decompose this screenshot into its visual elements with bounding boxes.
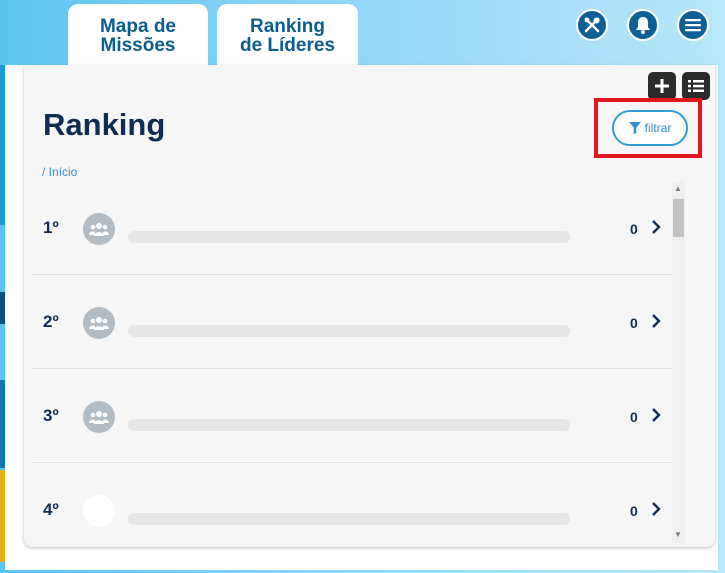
add-button[interactable] — [648, 72, 676, 100]
ranking-list: 1º 0 2º 0 3º 0 4º 0 — [32, 181, 672, 543]
avatar — [83, 213, 115, 245]
score: 0 — [630, 503, 638, 519]
filter-label: filtrar — [644, 121, 672, 135]
avatar — [83, 401, 115, 433]
tab-mapa-de-missoes[interactable]: Mapa de Missões — [68, 4, 208, 66]
scrollbar[interactable]: ▲ ▼ — [672, 181, 685, 543]
breadcrumb[interactable]: / Início — [42, 165, 77, 179]
rank-position: 3º — [43, 406, 59, 425]
group-icon — [89, 411, 109, 424]
group-icon — [89, 223, 109, 236]
chevron-right-icon[interactable] — [651, 408, 661, 422]
score: 0 — [630, 315, 638, 331]
plus-icon — [655, 79, 669, 93]
menu-icon — [685, 19, 701, 32]
ranking-row[interactable]: 3º 0 — [32, 369, 672, 463]
main-panel: Ranking / Início filtrar 1º 0 2º 0 3º 0 … — [5, 65, 718, 570]
scroll-down-arrow[interactable]: ▼ — [674, 531, 682, 539]
progress-bar — [128, 325, 570, 337]
page-title: Ranking — [43, 107, 166, 142]
progress-bar — [128, 513, 570, 525]
ranking-row[interactable]: 1º 0 — [32, 181, 672, 275]
group-icon — [89, 317, 109, 330]
filter-button[interactable]: filtrar — [612, 110, 688, 146]
avatar — [83, 495, 115, 527]
tools-icon — [584, 17, 600, 33]
chevron-right-icon[interactable] — [651, 220, 661, 234]
progress-bar — [128, 419, 570, 431]
ranking-card: Ranking / Início filtrar 1º 0 2º 0 3º 0 … — [24, 65, 715, 547]
filter-icon — [628, 122, 641, 134]
score: 0 — [630, 221, 638, 237]
ranking-row[interactable]: 2º 0 — [32, 275, 672, 369]
tab-label: Ranking de Líderes — [239, 16, 336, 56]
chevron-right-icon[interactable] — [651, 314, 661, 328]
bell-icon — [636, 17, 650, 34]
tab-ranking-de-lideres[interactable]: Ranking de Líderes — [217, 4, 358, 66]
avatar — [83, 307, 115, 339]
list-icon — [688, 80, 704, 92]
tab-label: Mapa de Missões — [99, 16, 177, 56]
score: 0 — [630, 409, 638, 425]
list-view-button[interactable] — [682, 72, 710, 100]
rank-position: 4º — [43, 500, 59, 519]
menu-button[interactable] — [677, 9, 709, 41]
chevron-right-icon[interactable] — [651, 502, 661, 516]
scrollbar-thumb[interactable] — [673, 199, 684, 237]
rank-position: 2º — [43, 312, 59, 331]
tools-button[interactable] — [576, 9, 608, 41]
scroll-up-arrow[interactable]: ▲ — [674, 185, 682, 193]
progress-bar — [128, 231, 570, 243]
ranking-row[interactable]: 4º 0 — [32, 463, 672, 543]
notifications-button[interactable] — [627, 9, 659, 41]
rank-position: 1º — [43, 218, 59, 237]
